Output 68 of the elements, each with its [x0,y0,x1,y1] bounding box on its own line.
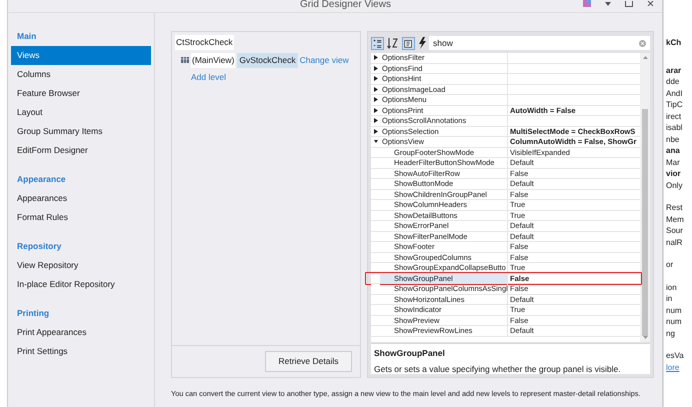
nav-item[interactable]: Print Settings [11,342,151,361]
description-title: ShowGroupPanel [374,347,446,360]
root-label: CtStrockCheck [175,35,234,50]
property-label: dde [666,76,680,88]
expand-arrow-icon[interactable] [374,97,378,102]
property-label: AndI [666,88,684,99]
property-label: Mar [666,156,681,168]
view-name[interactable]: GvStockCheck [237,52,298,68]
collapse-arrow-icon[interactable] [374,139,378,144]
maximize-icon[interactable] [625,0,633,6]
nav-item[interactable]: Group Summary Items [11,122,151,141]
property-label: kCh [666,37,682,48]
expand-arrow-icon[interactable] [374,86,378,92]
property-label: num [666,304,683,316]
expand-arrow-icon[interactable] [374,55,378,60]
property-label: esVa [666,350,685,362]
property-label: isabl [666,122,684,134]
nav-item[interactable]: Views [11,46,151,65]
sort-alphabetical-icon[interactable] [387,37,399,49]
expand-arrow-icon[interactable] [374,108,378,113]
nav-item[interactable]: In-place Editor Repository [11,275,151,294]
nav-item[interactable]: Columns [11,65,151,84]
close-icon[interactable] [647,1,654,6]
property-label: Rest [666,202,684,214]
property-label: num [666,316,683,328]
nav-item[interactable]: Feature Browser [11,84,151,103]
nav-section-title: Appearance [16,173,67,186]
dropdown-icon[interactable] [605,2,611,6]
scrollbar-thumb[interactable] [642,108,648,336]
nav-item[interactable]: Format Rules [11,208,151,227]
property-label: vior [666,168,682,180]
property-label: irect [666,110,682,122]
property-page-icon[interactable] [402,36,415,50]
property-label: TipC [666,99,684,110]
property-label: Only [666,180,684,191]
property-label: or [666,259,674,270]
nav-item[interactable]: EditForm Designer [11,141,151,160]
retrieve-details-button[interactable]: Retrieve Details [265,351,352,372]
expand-arrow-icon[interactable] [374,128,378,134]
window-title: Grid Designer Views [300,0,391,12]
grid-icon [181,57,189,64]
nav-item[interactable]: Print Appearances [11,323,151,342]
expand-arrow-icon[interactable] [374,66,378,71]
search-field[interactable]: show [429,36,650,50]
property-label: ng [666,328,676,339]
property-label: ion [666,282,678,293]
property-label: nalR [666,236,684,248]
property-label: ana [666,145,681,156]
property-label: Mem [666,214,685,225]
nav-item[interactable]: View Repository [11,256,151,275]
categorized-icon[interactable] [371,36,384,50]
level-label: (MainView) [191,52,236,68]
nav-item[interactable]: Appearances [11,189,151,208]
nav-item[interactable]: Layout [11,103,151,122]
property-label: in [666,293,674,304]
property-label: nbe [666,134,680,145]
expand-arrow-icon[interactable] [374,76,378,82]
property-label: Sour [666,225,684,236]
change-view-link[interactable]: Change view [300,54,349,66]
nav-section-title: Main [16,30,38,43]
lightning-icon[interactable] [418,37,426,49]
expand-arrow-icon[interactable] [374,118,378,124]
link[interactable]: lore [666,362,692,373]
nav-section-title: Printing [16,307,50,320]
nav-section-title: Repository [16,240,62,253]
property-label: arar [666,64,682,76]
add-level-link[interactable]: Add level [191,70,226,84]
description-text: Gets or sets a value specifying whether the group panel is visible. [374,362,622,376]
